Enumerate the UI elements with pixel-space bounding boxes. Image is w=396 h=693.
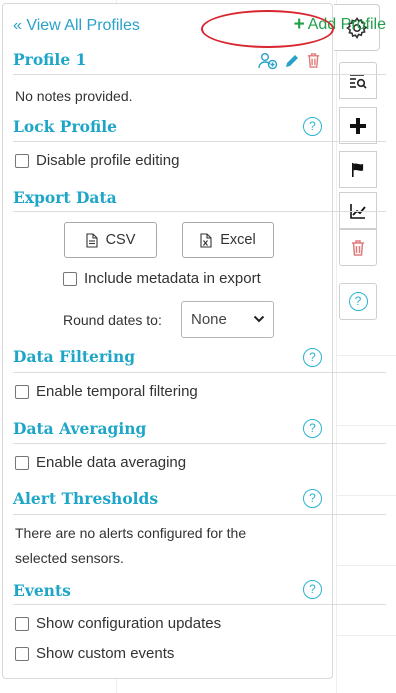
divider — [13, 211, 386, 212]
divider — [13, 443, 386, 444]
alerts-message-line2: selected sensors. — [15, 550, 124, 566]
include-metadata-option: Include metadata in export — [63, 270, 261, 287]
profile-notes: No notes provided. — [15, 88, 133, 104]
custom-events-label: Show custom events — [36, 645, 175, 662]
data-filtering-heading: Data Filtering — [13, 347, 136, 366]
alert-thresholds-heading: Alert Thresholds — [13, 489, 159, 508]
disable-editing-label: Disable profile editing — [36, 152, 180, 169]
custom-events-checkbox[interactable] — [15, 646, 29, 661]
view-all-profiles-link[interactable]: « View All Profiles — [13, 17, 140, 35]
divider — [13, 604, 386, 605]
disable-editing-option: Disable profile editing — [15, 152, 179, 169]
flag-button[interactable] — [339, 151, 377, 188]
events-heading: Events — [13, 581, 71, 600]
flag-icon — [352, 162, 364, 177]
profile-name-heading: Profile 1 — [13, 50, 87, 69]
temporal-filtering-option: Enable temporal filtering — [15, 383, 198, 400]
temporal-filtering-checkbox[interactable] — [15, 384, 29, 399]
lock-profile-heading: Lock Profile — [13, 117, 117, 136]
help-icon[interactable]: ? — [303, 117, 322, 136]
data-averaging-label: Enable data averaging — [36, 454, 187, 471]
help-icon[interactable]: ? — [303, 419, 322, 438]
export-data-heading: Export Data — [13, 188, 117, 207]
export-excel-label: Excel — [220, 232, 256, 248]
data-averaging-heading: Data Averaging — [13, 419, 147, 438]
plus-icon: + — [293, 14, 305, 35]
round-dates-select[interactable]: None — [181, 301, 274, 338]
excel-file-icon — [200, 232, 212, 248]
add-user-icon[interactable] — [258, 52, 278, 70]
chevron-down-icon — [253, 315, 265, 323]
add-profile-button[interactable]: + Add Profile — [293, 14, 386, 35]
config-updates-label: Show configuration updates — [36, 615, 222, 632]
include-metadata-checkbox[interactable] — [63, 271, 77, 286]
export-excel-button[interactable]: Excel — [182, 222, 274, 258]
alerts-message-line1: There are no alerts configured for the — [15, 525, 247, 541]
trash-icon[interactable] — [306, 52, 321, 69]
include-metadata-label: Include metadata in export — [84, 270, 261, 287]
add-profile-label: Add Profile — [307, 16, 386, 33]
data-averaging-checkbox[interactable] — [15, 455, 29, 470]
round-dates-label: Round dates to: — [63, 312, 162, 328]
round-dates-value: None — [191, 311, 227, 328]
help-icon[interactable]: ? — [303, 580, 322, 599]
help-icon: ? — [348, 292, 368, 311]
export-csv-label: CSV — [105, 232, 136, 248]
temporal-filtering-label: Enable temporal filtering — [36, 383, 198, 400]
divider — [13, 372, 386, 373]
divider — [13, 141, 386, 142]
delete-button[interactable] — [339, 229, 377, 266]
custom-events-option: Show custom events — [15, 645, 174, 662]
config-updates-option: Show configuration updates — [15, 615, 221, 632]
pencil-icon[interactable] — [284, 53, 300, 69]
panel-header: « View All Profiles + Add Profile — [13, 15, 386, 41]
background-gridline — [336, 635, 396, 636]
export-csv-button[interactable]: CSV — [64, 222, 157, 258]
help-icon[interactable]: ? — [303, 489, 322, 508]
data-averaging-option: Enable data averaging — [15, 454, 186, 471]
config-updates-checkbox[interactable] — [15, 616, 29, 631]
trash-icon — [352, 239, 364, 256]
profile-panel — [2, 3, 333, 679]
help-button[interactable]: ? — [339, 283, 377, 320]
help-icon[interactable]: ? — [303, 348, 322, 367]
background-gridline — [336, 565, 396, 566]
csv-file-icon — [86, 232, 98, 248]
divider — [13, 74, 386, 75]
divider — [13, 514, 386, 515]
disable-editing-checkbox[interactable] — [15, 153, 29, 168]
